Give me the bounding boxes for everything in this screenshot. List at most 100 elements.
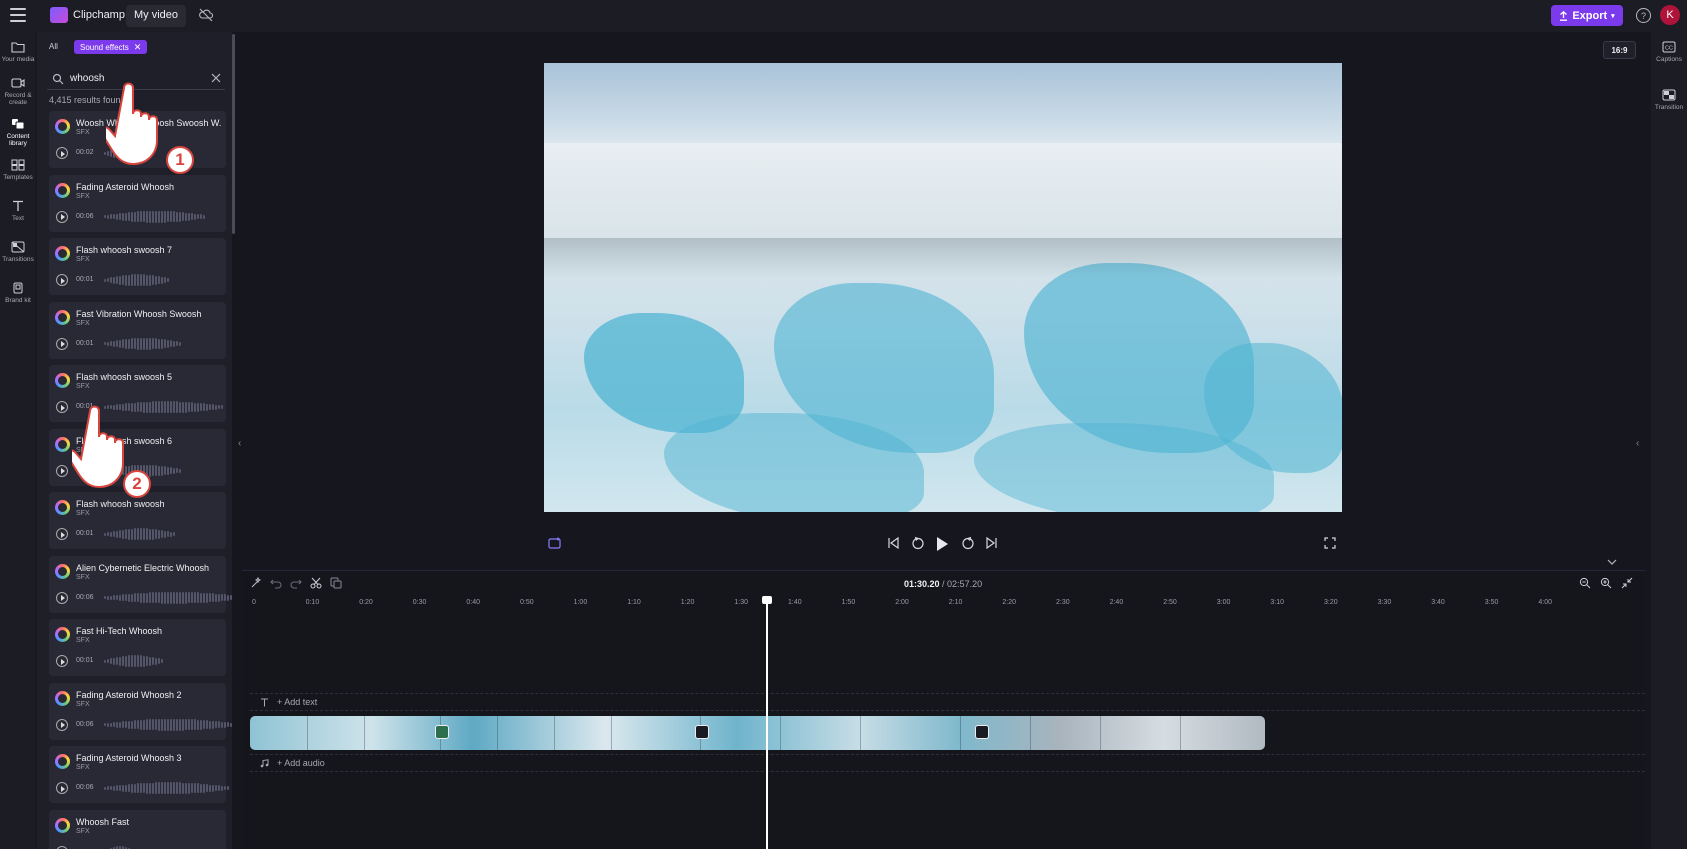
rail-item-text[interactable]: Text	[0, 196, 36, 236]
rail-item-templates[interactable]: Templates	[0, 155, 36, 195]
sound-effect-card[interactable]: Whoosh Fast SFX	[49, 809, 226, 849]
transition-marker[interactable]	[435, 725, 449, 739]
magic-icon[interactable]	[548, 536, 562, 550]
add-audio-label[interactable]: + Add audio	[277, 758, 325, 768]
rail-item-transitions[interactable]: Transitions	[0, 237, 36, 277]
fit-timeline-icon[interactable]	[1621, 577, 1633, 589]
play-preview-button[interactable]	[56, 655, 68, 667]
hand-pointer-icon	[106, 82, 158, 166]
play-preview-button[interactable]	[56, 464, 68, 477]
play-preview-button[interactable]	[56, 337, 68, 350]
text-track[interactable]: + Add text	[250, 693, 1645, 711]
thumbnail-divider	[497, 716, 498, 750]
thumbnail-divider	[307, 716, 308, 750]
ruler-tick: 0:20	[359, 599, 373, 606]
rail-item-brand-kit[interactable]: Brand kit	[0, 278, 36, 318]
rail-item-record[interactable]: Record & create	[0, 73, 36, 113]
transition-marker[interactable]	[695, 725, 709, 739]
sound-effect-duration: 00:06	[76, 784, 94, 791]
ruler-tick: 1:30	[734, 599, 749, 606]
play-preview-button[interactable]	[56, 591, 68, 604]
clear-search-icon[interactable]	[211, 73, 221, 83]
play-icon[interactable]	[937, 537, 948, 551]
ruler-tick: 0:50	[520, 599, 534, 606]
thumbnail-divider	[1180, 716, 1181, 750]
transition-icon	[1662, 89, 1676, 101]
ruler-tick: 3:40	[1431, 599, 1445, 606]
play-preview-button[interactable]	[56, 401, 68, 413]
filter-all[interactable]: All	[49, 42, 58, 51]
zoom-out-icon[interactable]	[1579, 577, 1591, 589]
skip-forward-icon[interactable]	[985, 536, 999, 550]
playhead[interactable]	[762, 596, 772, 849]
sound-effect-card[interactable]: Fast Vibration Whoosh Swoosh SFX 00:01	[49, 301, 226, 359]
upload-icon	[1560, 10, 1568, 21]
play-preview-button[interactable]	[56, 845, 68, 849]
sound-effect-title: Fast Vibration Whoosh Swoosh	[76, 308, 202, 319]
skip-back-icon[interactable]	[886, 536, 900, 550]
rewind-5-icon[interactable]	[911, 536, 925, 550]
video-preview[interactable]	[544, 63, 1342, 512]
play-preview-button[interactable]	[56, 782, 68, 794]
sound-effect-icon	[55, 500, 70, 515]
add-text-label[interactable]: + Add text	[277, 697, 317, 707]
transition-marker[interactable]	[975, 725, 989, 739]
avatar[interactable]: K	[1660, 5, 1680, 25]
collapse-left-panel-icon[interactable]: ‹	[238, 438, 248, 454]
play-preview-button[interactable]	[56, 528, 68, 540]
sound-effect-card[interactable]: Fading Asteroid Whoosh SFX 00:06	[49, 174, 226, 232]
transition-button[interactable]: Transition	[1651, 89, 1687, 111]
undo-icon[interactable]	[270, 577, 282, 589]
collapse-preview-icon[interactable]	[1606, 558, 1618, 566]
fullscreen-icon[interactable]	[1323, 536, 1337, 550]
ruler-tick: 0:40	[466, 599, 481, 606]
video-clip-track[interactable]	[250, 716, 1265, 750]
duplicate-icon[interactable]	[330, 577, 342, 589]
aspect-ratio-button[interactable]: 16:9	[1603, 41, 1636, 59]
cloud-off-icon	[199, 8, 213, 22]
play-preview-button[interactable]	[56, 147, 68, 159]
sound-effect-card[interactable]: Flash whoosh swoosh 7 SFX 00:01	[49, 238, 226, 295]
sound-effect-card[interactable]: Fading Asteroid Whoosh 2 SFX 00:06	[49, 682, 232, 740]
sound-effect-type: SFX	[76, 256, 90, 263]
sound-effect-title: Fading Asteroid Whoosh	[76, 181, 175, 192]
timeline-ruler[interactable]: 0 0:10 0:20 0:30 0:40 0:50 1:00 1:10 1:20 1:30 1:4…	[242, 599, 1645, 613]
waveform	[104, 653, 163, 669]
zoom-in-icon[interactable]	[1600, 577, 1612, 589]
filter-chip-sound-effects[interactable]: Sound effects ✕	[74, 40, 148, 54]
camera-icon	[11, 78, 25, 88]
magic-edit-icon[interactable]	[250, 577, 262, 589]
total-time: 02:57.20	[947, 579, 983, 589]
sound-effect-title: Flash whoosh swoosh 7	[76, 245, 173, 255]
play-preview-button[interactable]	[56, 274, 68, 286]
sound-effect-type: SFX	[76, 383, 90, 390]
sound-effect-card[interactable]: Alien Cybernetic Electric Whoosh SFX 00:06	[49, 555, 232, 613]
close-icon[interactable]: ✕	[134, 42, 142, 53]
play-preview-button[interactable]	[56, 718, 68, 731]
sound-effect-icon	[55, 182, 70, 198]
ruler-tick: 0:30	[412, 599, 427, 606]
sound-effect-card[interactable]: Flash whoosh swoosh SFX 00:01	[49, 492, 226, 549]
panel-scrollbar[interactable]	[232, 34, 235, 234]
help-icon[interactable]: ?	[1636, 8, 1651, 23]
play-preview-button[interactable]	[56, 210, 68, 223]
music-note-icon	[260, 758, 269, 767]
menu-icon[interactable]	[10, 8, 26, 22]
export-button[interactable]: Export ▾	[1551, 5, 1623, 26]
redo-icon[interactable]	[290, 577, 302, 589]
timeline-toolbar	[250, 577, 342, 589]
sound-effect-card[interactable]: Fast Hi-Tech Whoosh SFX 00:01	[49, 619, 226, 676]
left-rail: Your media Record & create Content libra…	[0, 32, 36, 849]
audio-track[interactable]: + Add audio	[250, 754, 1645, 772]
rail-label: Your media	[1, 56, 35, 63]
collapse-right-panel-icon[interactable]: ‹	[1636, 438, 1646, 454]
rail-item-your-media[interactable]: Your media	[0, 37, 36, 77]
ruler-tick: 3:00	[1216, 599, 1231, 606]
project-name[interactable]: My video	[126, 5, 187, 27]
captions-button[interactable]: CC Captions	[1651, 41, 1687, 63]
current-time: 01:30.20	[904, 579, 940, 589]
sound-effect-card[interactable]: Fading Asteroid Whoosh 3 SFX 00:06	[49, 746, 229, 803]
forward-5-icon[interactable]	[961, 536, 975, 550]
split-icon[interactable]	[310, 577, 322, 589]
rail-item-content-library[interactable]: Content library	[0, 114, 36, 154]
